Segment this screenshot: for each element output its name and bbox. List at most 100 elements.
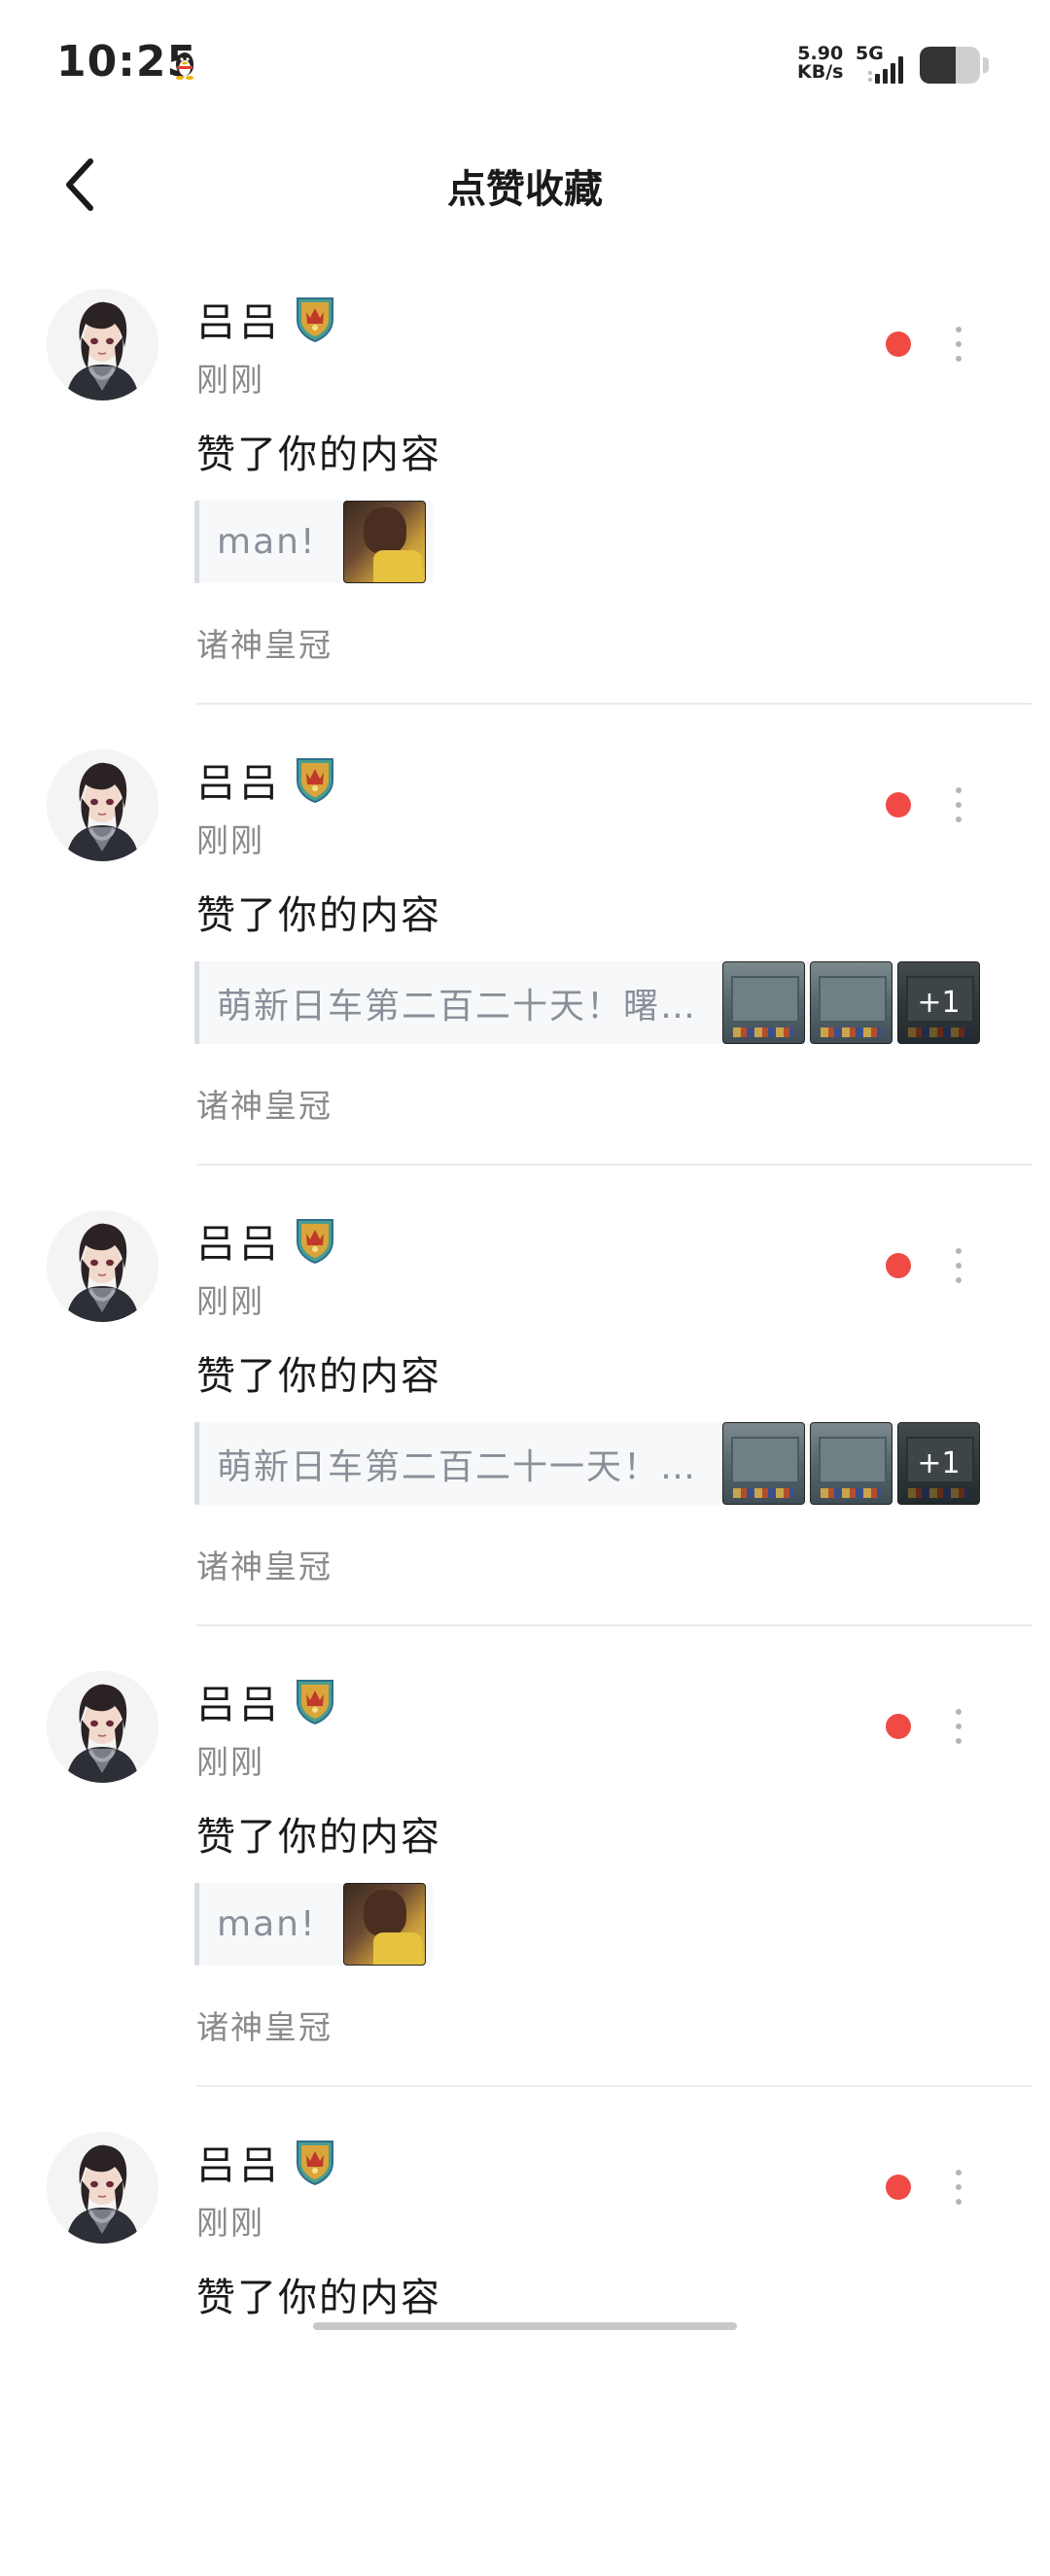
more-options-button[interactable] <box>943 1244 974 1287</box>
user-name[interactable]: 吕吕 <box>196 291 282 347</box>
page-title: 点赞收藏 <box>447 167 603 212</box>
dot <box>956 817 962 822</box>
notification-item[interactable]: 吕吕 刚刚赞了你的内容 man! 诸神皇冠 <box>0 1654 1050 2115</box>
time-label: 刚刚 <box>196 821 264 859</box>
battery-level <box>920 47 957 84</box>
dot <box>956 1738 962 1744</box>
action-text: 赞了你的内容 <box>196 433 441 477</box>
divider <box>196 703 1032 705</box>
action-text: 赞了你的内容 <box>196 2276 441 2320</box>
battery-tip <box>983 57 989 73</box>
home-indicator[interactable] <box>313 2322 737 2330</box>
dot <box>956 1723 962 1729</box>
more-options-button[interactable] <box>943 1705 974 1748</box>
user-name[interactable]: 吕吕 <box>196 1212 282 1269</box>
source-label[interactable]: 诸神皇冠 <box>196 619 332 666</box>
avatar[interactable] <box>47 2132 158 2244</box>
avatar[interactable] <box>47 289 158 400</box>
time-label: 刚刚 <box>196 361 264 399</box>
crown-badge-icon <box>297 2141 333 2186</box>
qq-penguin-icon <box>176 52 193 80</box>
divider <box>196 1624 1032 1626</box>
content-thumbnail[interactable] <box>343 1883 426 1966</box>
content-thumbnail[interactable] <box>343 501 426 583</box>
dot <box>956 1709 962 1715</box>
nav-bar: 点赞收藏 <box>0 126 1050 243</box>
unread-dot <box>886 2175 911 2200</box>
more-options-button[interactable] <box>943 783 974 826</box>
crown-badge-icon <box>297 1680 333 1725</box>
dot <box>956 787 962 793</box>
quoted-content-text: 萌新日车第二百二十天！曙… <box>217 986 698 1027</box>
crown-badge-icon <box>297 297 333 343</box>
unread-dot <box>886 792 911 818</box>
avatar[interactable] <box>47 749 158 861</box>
battery-icon <box>920 47 980 84</box>
user-name[interactable]: 吕吕 <box>196 2134 282 2190</box>
more-options-button[interactable] <box>943 2166 974 2209</box>
quoted-content-text: man! <box>217 522 317 562</box>
dot <box>956 1277 962 1283</box>
name-row: 吕吕 <box>196 292 336 346</box>
quoted-content-text: man! <box>217 1904 317 1944</box>
signal-icon <box>868 56 903 84</box>
unread-dot <box>886 1253 911 1278</box>
unread-dot <box>886 1714 911 1739</box>
dot <box>956 327 962 332</box>
name-row: 吕吕 <box>196 1213 336 1268</box>
thumbnail-strip: +1 <box>722 961 980 1044</box>
content-thumbnail[interactable] <box>722 961 805 1044</box>
name-row: 吕吕 <box>196 2135 336 2189</box>
dot <box>956 802 962 808</box>
avatar-image <box>47 749 158 861</box>
thumbnail-strip: +1 <box>722 1422 980 1505</box>
dot <box>956 2170 962 2176</box>
source-label[interactable]: 诸神皇冠 <box>196 1080 332 1127</box>
notification-item[interactable]: 吕吕 刚刚赞了你的内容 <box>0 2115 1050 2576</box>
content-thumbnail[interactable] <box>810 961 892 1044</box>
unread-dot <box>886 331 911 357</box>
content-thumbnail[interactable]: +1 <box>897 1422 980 1505</box>
content-thumbnail[interactable] <box>810 1422 892 1505</box>
more-options-button[interactable] <box>943 323 974 366</box>
notification-list[interactable]: 吕吕 刚刚 赞了你的内容 man! 诸神皇冠 吕吕 刚刚 赞了你的内容 萌新日车… <box>0 272 1050 2576</box>
time-label: 刚刚 <box>196 1282 264 1320</box>
action-text: 赞了你的内容 <box>196 1354 441 1399</box>
dot <box>956 2199 962 2205</box>
quoted-content-text: 萌新日车第二百二十一天！… <box>217 1446 698 1487</box>
dot <box>956 341 962 347</box>
thumbnail-strip <box>343 1883 426 1966</box>
avatar-image <box>47 1671 158 1783</box>
notification-item[interactable]: 吕吕 刚刚赞了你的内容 萌新日车第二百二十天！曙… +1 诸神皇冠 <box>0 733 1050 1194</box>
source-label[interactable]: 诸神皇冠 <box>196 2002 332 2048</box>
quoted-content-card[interactable]: 萌新日车第二百二十天！曙… +1 <box>194 961 980 1044</box>
divider <box>196 2085 1032 2087</box>
thumbnail-strip <box>343 501 426 583</box>
action-text: 赞了你的内容 <box>196 893 441 938</box>
quoted-content-card[interactable]: man! <box>194 501 433 583</box>
avatar[interactable] <box>47 1671 158 1783</box>
content-thumbnail[interactable] <box>722 1422 805 1505</box>
crown-badge-icon <box>297 1219 333 1265</box>
name-row: 吕吕 <box>196 1674 336 1728</box>
time-label: 刚刚 <box>196 2204 264 2242</box>
quoted-content-card[interactable]: man! <box>194 1883 433 1966</box>
content-thumbnail[interactable]: +1 <box>897 961 980 1044</box>
status-bar: 10:25 5.90 KB/s 5G <box>0 0 1050 126</box>
notification-item[interactable]: 吕吕 刚刚赞了你的内容 man! 诸神皇冠 <box>0 272 1050 733</box>
quoted-content-card[interactable]: 萌新日车第二百二十一天！… +1 <box>194 1422 980 1505</box>
avatar-image <box>47 2132 158 2244</box>
more-images-count: +1 <box>898 1423 979 1504</box>
notification-item[interactable]: 吕吕 刚刚赞了你的内容 萌新日车第二百二十一天！… +1 诸神皇冠 <box>0 1194 1050 1654</box>
user-name[interactable]: 吕吕 <box>196 1673 282 1729</box>
time-label: 刚刚 <box>196 1743 264 1781</box>
avatar-image <box>47 289 158 400</box>
network-speed: 5.90 KB/s <box>797 45 843 82</box>
source-label[interactable]: 诸神皇冠 <box>196 1541 332 1587</box>
avatar[interactable] <box>47 1210 158 1322</box>
divider <box>196 1164 1032 1166</box>
network-speed-unit: KB/s <box>797 61 844 83</box>
user-name[interactable]: 吕吕 <box>196 751 282 808</box>
action-text: 赞了你的内容 <box>196 1815 441 1860</box>
more-images-count: +1 <box>898 962 979 1043</box>
